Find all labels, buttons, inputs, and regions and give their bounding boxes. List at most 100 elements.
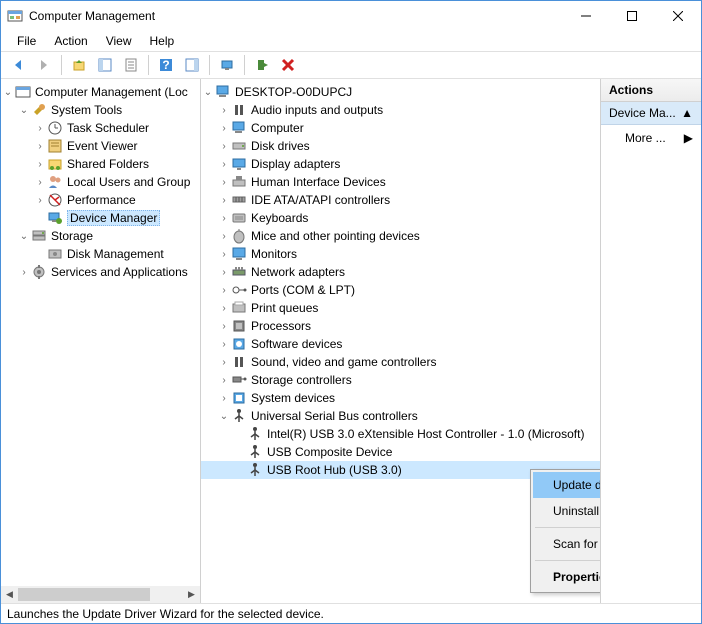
- actions-more[interactable]: More ... ▶: [601, 125, 701, 151]
- expand-icon[interactable]: ›: [217, 175, 231, 189]
- device-category[interactable]: ›Ports (COM & LPT): [201, 281, 600, 299]
- device-category[interactable]: ›Audio inputs and outputs: [201, 101, 600, 119]
- device-category[interactable]: ›Processors: [201, 317, 600, 335]
- expand-icon[interactable]: ›: [217, 319, 231, 333]
- device-category[interactable]: ›Mice and other pointing devices: [201, 227, 600, 245]
- device-category[interactable]: ›Network adapters: [201, 263, 600, 281]
- expand-icon[interactable]: ›: [217, 373, 231, 387]
- expand-icon[interactable]: ›: [217, 193, 231, 207]
- back-button[interactable]: [7, 54, 29, 76]
- expand-icon[interactable]: ›: [217, 337, 231, 351]
- expand-icon[interactable]: ›: [217, 229, 231, 243]
- event-icon: [47, 138, 63, 154]
- device-category[interactable]: ›Human Interface Devices: [201, 173, 600, 191]
- expand-icon[interactable]: ›: [217, 265, 231, 279]
- tree-event-viewer[interactable]: › Event Viewer: [1, 137, 200, 155]
- scroll-thumb[interactable]: [18, 588, 150, 601]
- expand-icon[interactable]: ›: [33, 193, 47, 207]
- expand-icon[interactable]: ›: [217, 355, 231, 369]
- tree-system-tools[interactable]: ⌄ System Tools: [1, 101, 200, 119]
- device-category[interactable]: ›Print queues: [201, 299, 600, 317]
- help-button[interactable]: ?: [155, 54, 177, 76]
- tree-root[interactable]: ⌄ Computer Management (Loc: [1, 83, 200, 101]
- collapse-icon[interactable]: ⌄: [17, 103, 31, 117]
- ctx-scan-hardware[interactable]: Scan for hardware changes: [533, 531, 601, 557]
- device-item[interactable]: USB Composite Device: [201, 443, 600, 461]
- shared-folder-icon: [47, 156, 63, 172]
- expand-icon[interactable]: ›: [217, 283, 231, 297]
- menu-file[interactable]: File: [9, 32, 44, 50]
- tree-local-users[interactable]: › Local Users and Group: [1, 173, 200, 191]
- expand-icon[interactable]: ›: [217, 103, 231, 117]
- tree-device-manager[interactable]: Device Manager: [1, 209, 200, 227]
- maximize-button[interactable]: [609, 1, 655, 31]
- expand-icon[interactable]: ›: [217, 391, 231, 405]
- scan-hardware-button[interactable]: [216, 54, 238, 76]
- forward-button[interactable]: [33, 54, 55, 76]
- device-icon: [231, 318, 247, 334]
- tree-services-apps[interactable]: › Services and Applications: [1, 263, 200, 281]
- device-category[interactable]: ›Keyboards: [201, 209, 600, 227]
- collapse-icon[interactable]: ⌄: [201, 85, 215, 99]
- device-icon: [231, 174, 247, 190]
- properties-button[interactable]: [120, 54, 142, 76]
- console-tree: ⌄ Computer Management (Loc ⌄ System Tool…: [1, 79, 200, 285]
- device-category[interactable]: ›Display adapters: [201, 155, 600, 173]
- expand-icon[interactable]: ›: [217, 157, 231, 171]
- tree-shared-folders[interactable]: › Shared Folders: [1, 155, 200, 173]
- scroll-right-button[interactable]: ▶: [183, 586, 200, 603]
- device-category[interactable]: ›Disk drives: [201, 137, 600, 155]
- expand-icon[interactable]: ›: [217, 211, 231, 225]
- device-category[interactable]: ›Software devices: [201, 335, 600, 353]
- expand-icon[interactable]: ›: [217, 301, 231, 315]
- minimize-button[interactable]: [563, 1, 609, 31]
- collapse-icon[interactable]: ⌄: [17, 229, 31, 243]
- device-icon: [231, 210, 247, 226]
- ctx-properties[interactable]: Properties: [533, 564, 601, 590]
- menu-action[interactable]: Action: [46, 32, 95, 50]
- tree-storage[interactable]: ⌄ Storage: [1, 227, 200, 245]
- device-category[interactable]: ›Computer: [201, 119, 600, 137]
- separator: [148, 55, 149, 75]
- collapse-icon[interactable]: ⌄: [1, 85, 15, 99]
- tree-task-scheduler[interactable]: › Task Scheduler: [1, 119, 200, 137]
- device-root[interactable]: ⌄ DESKTOP-O0DUPCJ: [201, 83, 600, 101]
- device-item[interactable]: Intel(R) USB 3.0 eXtensible Host Control…: [201, 425, 600, 443]
- separator: [209, 55, 210, 75]
- expand-icon[interactable]: ›: [217, 247, 231, 261]
- update-driver-button[interactable]: [251, 54, 273, 76]
- menu-help[interactable]: Help: [142, 32, 183, 50]
- show-hide-tree-button[interactable]: [94, 54, 116, 76]
- device-manager-icon: [47, 210, 63, 226]
- device-category[interactable]: ›Monitors: [201, 245, 600, 263]
- center-pane: ⌄ DESKTOP-O0DUPCJ ›Audio inputs and outp…: [201, 79, 601, 603]
- expand-icon[interactable]: ›: [33, 121, 47, 135]
- tree-disk-management[interactable]: Disk Management: [1, 245, 200, 263]
- collapse-icon[interactable]: ▲: [681, 106, 693, 120]
- ctx-uninstall-device[interactable]: Uninstall device: [533, 498, 601, 524]
- device-icon: [231, 228, 247, 244]
- menu-view[interactable]: View: [98, 32, 140, 50]
- title-bar: Computer Management: [1, 1, 701, 31]
- uninstall-button[interactable]: [277, 54, 299, 76]
- ctx-update-driver[interactable]: Update driver: [533, 472, 601, 498]
- collapse-icon[interactable]: ⌄: [217, 409, 231, 423]
- device-category[interactable]: ›Sound, video and game controllers: [201, 353, 600, 371]
- scroll-left-button[interactable]: ◀: [1, 586, 18, 603]
- expand-icon[interactable]: ›: [33, 139, 47, 153]
- device-category-usb[interactable]: ⌄Universal Serial Bus controllers: [201, 407, 600, 425]
- actions-category[interactable]: Device Ma... ▲: [601, 102, 701, 125]
- device-category[interactable]: ›Storage controllers: [201, 371, 600, 389]
- expand-icon[interactable]: ›: [217, 121, 231, 135]
- expand-icon[interactable]: ›: [217, 139, 231, 153]
- close-button[interactable]: [655, 1, 701, 31]
- scrollbar-horizontal[interactable]: ◀ ▶: [1, 586, 200, 603]
- action-pane-button[interactable]: [181, 54, 203, 76]
- expand-icon[interactable]: ›: [33, 157, 47, 171]
- expand-icon[interactable]: ›: [33, 175, 47, 189]
- device-category[interactable]: ›System devices: [201, 389, 600, 407]
- device-category[interactable]: ›IDE ATA/ATAPI controllers: [201, 191, 600, 209]
- expand-icon[interactable]: ›: [17, 265, 31, 279]
- tree-performance[interactable]: › Performance: [1, 191, 200, 209]
- up-button[interactable]: [68, 54, 90, 76]
